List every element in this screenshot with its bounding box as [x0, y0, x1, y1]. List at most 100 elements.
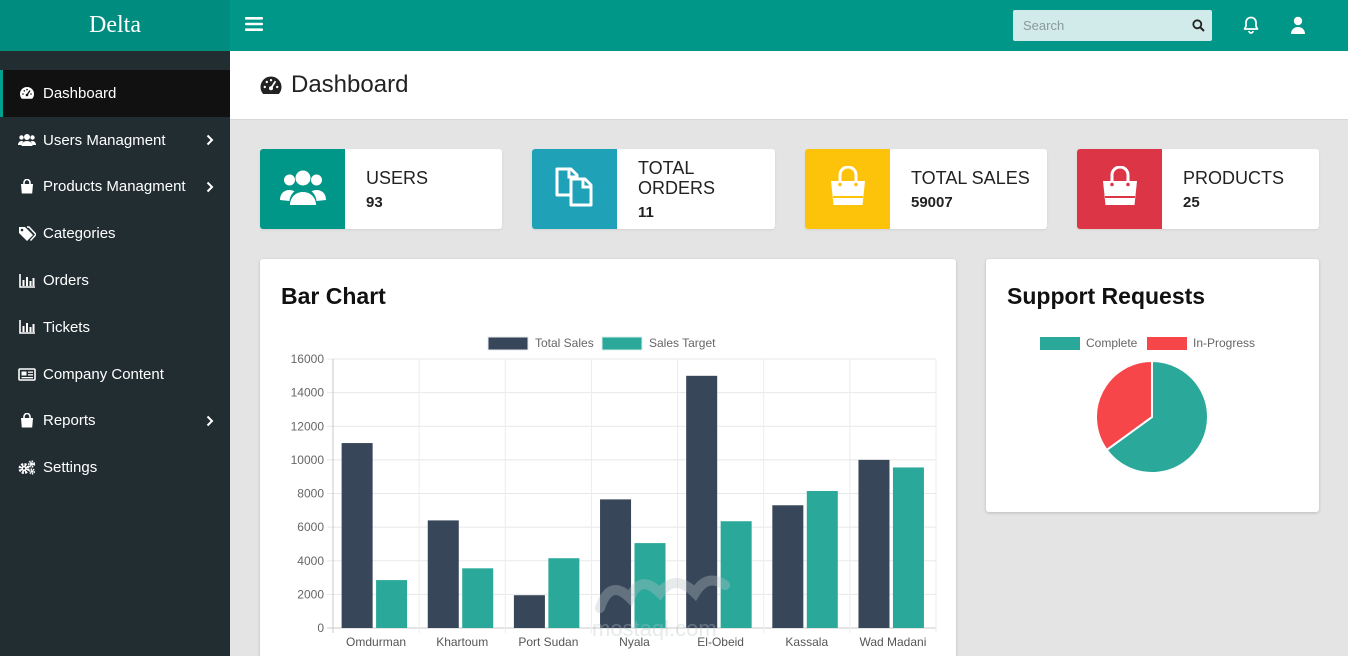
legend-label: Complete: [1086, 336, 1138, 350]
bar-total-sales: [686, 375, 718, 628]
bar-total-sales: [772, 505, 804, 628]
tags-icon: [18, 226, 36, 242]
newspaper-icon: [18, 366, 36, 382]
sidebar-item-label: Users Managment: [43, 131, 166, 149]
legend-label: In-Progress: [1193, 336, 1255, 350]
stat-body: TOTAL SALES 59007: [890, 149, 1030, 229]
chevron-right-icon: [206, 134, 216, 146]
stat-card-users[interactable]: USERS 93: [260, 149, 502, 229]
stat-body: TOTAL ORDERS 11: [617, 149, 718, 229]
sidebar-item-label: Settings: [43, 459, 98, 477]
x-tick-label: Khartoum: [436, 635, 488, 649]
stat-title: PRODUCTS: [1183, 167, 1285, 188]
stat-badge: [260, 149, 345, 229]
menu-toggle-icon[interactable]: [244, 15, 264, 33]
shopping-bag-icon: [18, 413, 36, 429]
legend-swatch: [601, 336, 643, 351]
stat-card-products[interactable]: PRODUCTS 25: [1077, 149, 1319, 229]
shopping-bag-icon: [1099, 165, 1141, 213]
bar-total-sales: [341, 443, 373, 628]
sidebar-item-products-managment[interactable]: Products Managment: [0, 164, 230, 211]
stat-badge: [1077, 149, 1162, 229]
x-tick-label: Wad Madani: [859, 635, 926, 649]
sidebar-item-users-managment[interactable]: Users Managment: [0, 117, 230, 164]
x-tick-label: El-Obeid: [697, 635, 744, 649]
y-tick-label: 4000: [297, 554, 324, 568]
sidebar-item-label: Reports: [43, 412, 96, 430]
user-profile-icon[interactable]: [1289, 15, 1307, 35]
users-icon: [279, 167, 326, 212]
bar-sales-target: [634, 543, 666, 628]
pie-chart: Complete In-Progress: [1040, 336, 1255, 474]
bar-chart-icon: [18, 273, 36, 289]
chevron-right-icon: [206, 415, 216, 427]
sidebar-nav: Dashboard Users Managment Products Manag…: [0, 70, 230, 491]
stat-value: 25: [1183, 193, 1200, 211]
shopping-bag-icon: [18, 179, 36, 195]
sidebar-item-reports[interactable]: Reports: [0, 398, 230, 445]
sidebar-item-label: Dashboard: [43, 84, 117, 102]
bar-sales-target: [462, 568, 494, 628]
legend-swatch: [1040, 337, 1080, 350]
stat-value: 59007: [911, 193, 953, 211]
bar-chart-panel: Bar Chart Total Sales Sales Target 0 2000 40…: [260, 259, 956, 656]
y-tick-label: 8000: [297, 487, 324, 501]
bar-chart-icon: [18, 319, 36, 335]
bar-sales-target: [720, 521, 752, 628]
sidebar-item-dashboard[interactable]: Dashboard: [0, 70, 230, 117]
legend-swatch: [1147, 337, 1187, 350]
sidebar-item-categories[interactable]: Categories: [0, 210, 230, 257]
bar-chart: Total Sales Sales Target 0 2000 4000 6000 8000…: [291, 336, 937, 649]
legend-swatch: [487, 336, 529, 351]
dashboard-icon: [259, 74, 285, 96]
stat-card-total-sales[interactable]: TOTAL SALES 59007: [805, 149, 1047, 229]
legend-label: Total Sales: [535, 336, 594, 350]
sidebar-item-label: Tickets: [43, 318, 90, 336]
stat-badge: [805, 149, 890, 229]
sidebar-item-orders[interactable]: Orders: [0, 257, 230, 304]
bar-total-sales: [858, 459, 890, 628]
brand-logo[interactable]: Delta: [0, 0, 230, 51]
stat-title: TOTAL ORDERS: [638, 157, 716, 198]
stat-value: 11: [638, 203, 654, 221]
y-tick-label: 2000: [297, 587, 324, 601]
top-navbar: [230, 0, 1348, 51]
y-tick-label: 10000: [291, 453, 325, 467]
bar-sales-target: [892, 467, 924, 628]
bar-sales-target: [376, 580, 408, 628]
stat-body: PRODUCTS 25: [1162, 149, 1284, 229]
sidebar-item-tickets[interactable]: Tickets: [0, 304, 230, 351]
search-icon[interactable]: [1184, 10, 1212, 41]
y-tick-label: 0: [317, 621, 324, 635]
x-tick-label: Kassala: [785, 635, 828, 649]
notification-bell-icon[interactable]: [1241, 15, 1261, 35]
shopping-bag-icon: [827, 165, 869, 213]
y-tick-label: 12000: [291, 419, 325, 433]
dashboard-icon: [18, 85, 36, 101]
pie-chart-panel: Support Requests Complete In-Progress: [986, 259, 1319, 512]
x-tick-label: Omdurman: [346, 635, 406, 649]
stat-badge: [532, 149, 617, 229]
stat-body: USERS 93: [345, 149, 428, 229]
sidebar-item-label: Categories: [43, 225, 116, 243]
page-header: Dashboard: [230, 51, 1348, 120]
sidebar-item-label: Company Content: [43, 365, 164, 383]
sidebar-item-settings[interactable]: Settings: [0, 444, 230, 491]
y-tick-label: 14000: [291, 386, 325, 400]
copy-icon: [553, 165, 597, 214]
search-box: [1013, 10, 1212, 41]
sidebar-item-label: Products Managment: [43, 178, 186, 196]
stat-value: 93: [366, 193, 383, 211]
page-title: Dashboard: [291, 71, 409, 98]
bar-sales-target: [548, 558, 580, 628]
stat-card-total-orders[interactable]: TOTAL ORDERS 11: [532, 149, 775, 229]
bar-total-sales: [427, 520, 459, 628]
x-tick-label: Port Sudan: [518, 635, 578, 649]
sidebar-item-label: Orders: [43, 272, 89, 290]
x-tick-label: Nyala: [619, 635, 650, 649]
bar-total-sales: [600, 499, 632, 628]
sidebar-item-company-content[interactable]: Company Content: [0, 351, 230, 398]
bar-sales-target: [806, 490, 838, 628]
stat-title: USERS: [366, 167, 429, 188]
search-input[interactable]: [1013, 18, 1184, 33]
